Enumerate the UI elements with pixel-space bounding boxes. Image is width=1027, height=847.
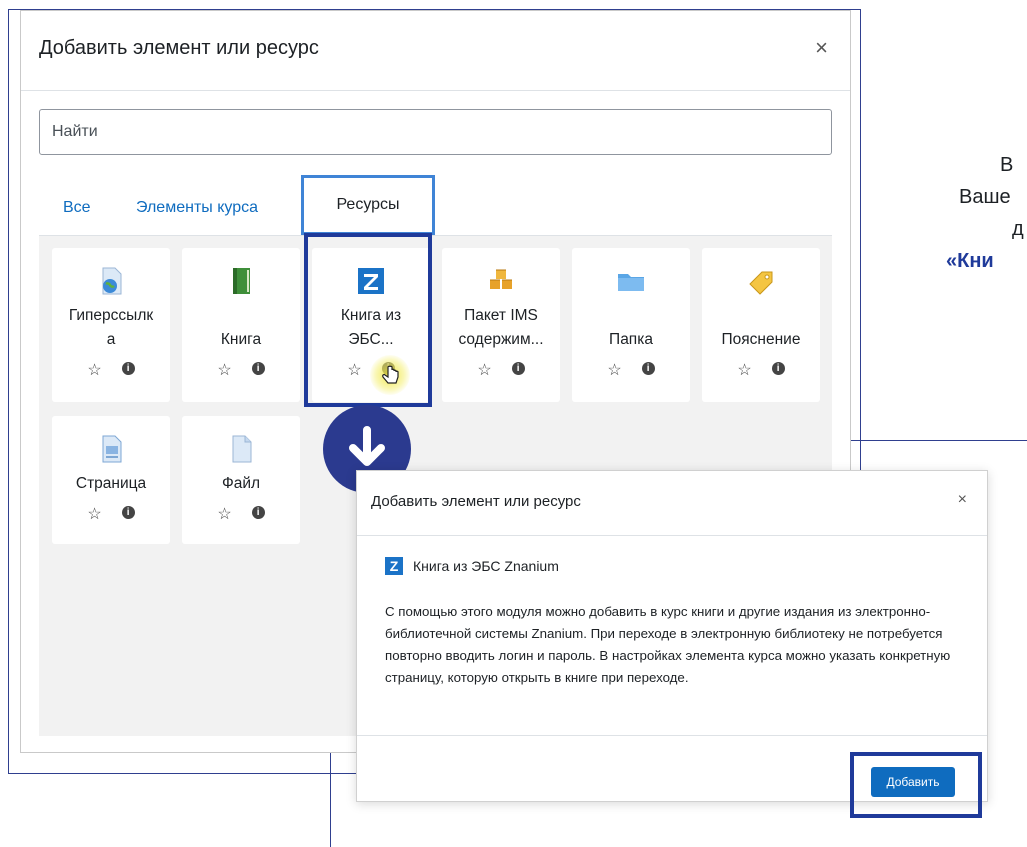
module-name-line1: Пакет IMS (464, 307, 538, 324)
divider (357, 735, 987, 736)
star-icon[interactable]: ☆ (87, 504, 101, 524)
divider (357, 535, 987, 536)
modal-title: Добавить элемент или ресурс (371, 493, 581, 510)
module-tile-label[interactable]: Пояснение ☆ i (702, 248, 820, 402)
module-tile-folder[interactable]: Папка ☆ i (572, 248, 690, 402)
module-name: Пояснение (721, 331, 801, 348)
book-icon (233, 268, 250, 294)
module-name: Книга (220, 331, 262, 348)
tab-all[interactable]: Все (63, 199, 91, 217)
module-name: Папка (609, 331, 653, 348)
info-icon[interactable]: i (121, 362, 135, 375)
url-globe-icon (102, 267, 122, 295)
frame-line-left (8, 9, 9, 774)
module-name-line2: содержим... (458, 331, 544, 348)
close-icon[interactable]: × (958, 491, 967, 509)
module-name: Файл (221, 475, 261, 492)
module-name: Книга из ЭБС Znanium (413, 558, 559, 574)
star-icon[interactable]: ☆ (217, 360, 231, 380)
module-description: С помощью этого модуля можно добавить в … (385, 604, 951, 685)
hand-cursor-icon (382, 365, 399, 384)
module-name-line1: Книга из (340, 307, 402, 324)
label-tag-icon (749, 271, 773, 295)
module-tile-book[interactable]: Книга ☆ i (182, 248, 300, 402)
package-icon (490, 269, 512, 289)
star-icon[interactable]: ☆ (217, 504, 231, 524)
folder-icon (618, 274, 644, 291)
module-name: Гиперссылк а (56, 304, 166, 352)
info-icon[interactable]: i (511, 362, 525, 375)
close-icon[interactable]: × (815, 35, 828, 61)
info-icon[interactable]: i (121, 506, 135, 519)
module-name: Страница (75, 475, 147, 492)
module-heading: Z Книга из ЭБС Znanium (385, 557, 559, 575)
frame-line-bottom (8, 773, 356, 774)
module-name: Книга из ЭБС... (316, 304, 426, 352)
info-icon[interactable]: i (251, 506, 265, 519)
module-tile-url[interactable]: Гиперссылк а ☆ i (52, 248, 170, 402)
file-icon (232, 435, 252, 463)
side-text-line2: Ваше (959, 186, 1011, 208)
module-name: Пакет IMS содержим... (446, 304, 556, 352)
module-tile-page[interactable]: Страница ☆ i (52, 416, 170, 544)
star-icon[interactable]: ☆ (737, 360, 751, 380)
divider (21, 90, 850, 91)
info-icon[interactable]: i (771, 362, 785, 375)
page-icon (102, 435, 122, 463)
side-text-line4: «Кни (946, 250, 994, 272)
search-input[interactable] (39, 109, 832, 155)
module-info-modal: Добавить элемент или ресурс × Z Книга из… (356, 470, 988, 802)
info-icon[interactable]: i (641, 362, 655, 375)
module-name-line2: ЭБС... (348, 331, 394, 348)
znanium-z-icon (358, 268, 384, 294)
info-icon[interactable]: i (251, 362, 265, 375)
module-tile-file[interactable]: Файл ☆ i (182, 416, 300, 544)
star-icon[interactable]: ☆ (347, 360, 361, 380)
cursor-highlight (370, 355, 410, 395)
tab-resources-label: Ресурсы (336, 196, 400, 213)
star-icon[interactable]: ☆ (477, 360, 491, 380)
module-name-line1: Гиперссылк (68, 307, 154, 324)
modal-title: Добавить элемент или ресурс (39, 37, 319, 59)
side-text-line3: д (1012, 218, 1024, 240)
module-name-line2: а (106, 331, 116, 348)
frame-line-right (860, 9, 861, 470)
module-tile-ims[interactable]: Пакет IMS содержим... ☆ i (442, 248, 560, 402)
add-button[interactable]: Добавить (871, 767, 955, 797)
znanium-z-icon: Z (385, 557, 403, 575)
star-icon[interactable]: ☆ (607, 360, 621, 380)
star-icon[interactable]: ☆ (87, 360, 101, 380)
tab-resources[interactable]: Ресурсы (301, 175, 435, 235)
tab-activities[interactable]: Элементы курса (136, 199, 258, 217)
side-text-line1: В (1000, 154, 1014, 176)
